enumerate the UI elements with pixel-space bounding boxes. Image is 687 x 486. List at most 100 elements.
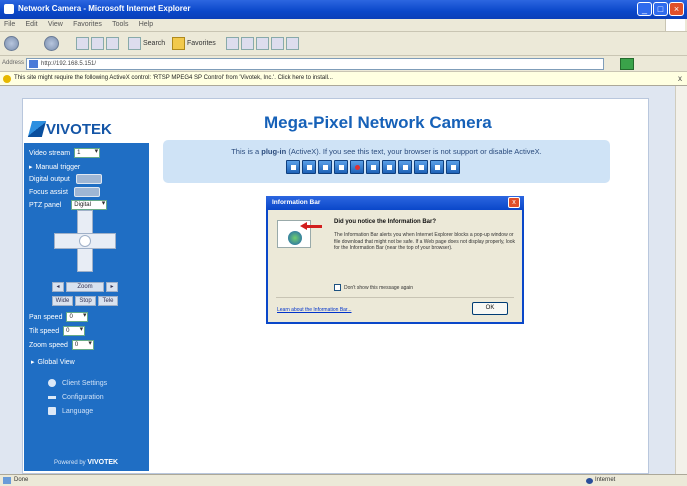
video-stream-label: Video stream (29, 149, 71, 157)
manual-trigger-row[interactable]: ▸ Manual trigger (29, 161, 144, 173)
stop-icon[interactable] (334, 160, 348, 174)
plugin-msg-link[interactable]: plug-in (261, 147, 286, 156)
dialog-close-icon[interactable]: x (508, 197, 520, 208)
home-icon[interactable] (106, 37, 119, 50)
pan-speed-select[interactable]: 0 (66, 312, 89, 322)
globe-icon (288, 231, 302, 245)
maximize-button[interactable]: □ (653, 2, 668, 16)
address-input[interactable]: http://192.168.5.151/ (26, 58, 604, 70)
dont-show-checkbox[interactable] (334, 284, 341, 291)
digital-zoom-icon[interactable] (302, 160, 316, 174)
ie-information-bar[interactable]: This site might require the following Ac… (0, 72, 687, 86)
digital-output-label: Digital output (29, 175, 70, 183)
status-text: Done (14, 477, 29, 483)
zoom-speed-select[interactable]: 0 (71, 340, 94, 350)
dialog-heading: Did you notice the Information Bar? (334, 219, 437, 225)
zoom-right-arrow-icon[interactable]: ▸ (106, 282, 118, 292)
information-bar-dialog: Information Bar x Did you notice the Inf… (266, 196, 524, 324)
go-button[interactable] (620, 58, 634, 70)
zoom-wide-button[interactable]: Wide (52, 296, 73, 306)
tilt-speed-row: Tilt speed 0 (29, 325, 144, 337)
powered-by: Powered by VIVOTEK (54, 459, 118, 466)
focus-assist-row: Focus assist (29, 186, 144, 198)
search-icon (128, 37, 141, 50)
tilt-speed-select[interactable]: 0 (63, 326, 86, 336)
tilt-speed-label: Tilt speed (29, 327, 60, 335)
red-arrow-icon (300, 222, 322, 230)
ptz-panel-select[interactable]: Digital (71, 200, 108, 210)
menu-help[interactable]: Help (139, 21, 153, 28)
menu-tools[interactable]: Tools (112, 21, 128, 28)
shield-icon (3, 75, 11, 83)
zoom-speed-label: Zoom speed (29, 341, 68, 349)
vivotek-mark-icon (27, 121, 47, 137)
window-icon[interactable] (446, 160, 460, 174)
configuration-icon (48, 396, 56, 399)
zoom-speed-row: Zoom speed 0 (29, 339, 144, 351)
sidebar-item-client-settings[interactable]: Client Settings (48, 377, 108, 389)
volume-icon[interactable] (366, 160, 380, 174)
address-bar: Address http://192.168.5.151/ (0, 56, 687, 72)
manual-trigger-label: Manual trigger (35, 163, 81, 171)
search-button[interactable]: Search (143, 40, 165, 47)
favorites-star-icon (172, 37, 185, 50)
minimize-button[interactable]: _ (637, 2, 652, 16)
pause-icon[interactable] (318, 160, 332, 174)
dont-show-checkbox-row[interactable]: Don't show this message again (334, 284, 413, 291)
address-label: Address (2, 60, 25, 66)
zoom-left-arrow-icon[interactable]: ◂ (52, 282, 64, 292)
sidebar-item-language[interactable]: Language (48, 405, 94, 417)
learn-more-link[interactable]: Learn about the Information Bar... (277, 307, 352, 313)
window-titlebar: Network Camera - Microsoft Internet Expl… (0, 0, 687, 19)
zoom-tele-button[interactable]: Tele (98, 296, 118, 306)
video-stream-select[interactable]: 1 (74, 148, 101, 158)
ptz-direction-pad[interactable] (54, 210, 116, 272)
camera-sidebar: VIVOTEK Video stream 1 ▸ Manual trigger … (24, 116, 149, 471)
menu-edit[interactable]: Edit (26, 21, 38, 28)
ptz-home-button[interactable] (79, 235, 91, 247)
snapshot-icon[interactable] (286, 160, 300, 174)
client-settings-label: Client Settings (62, 379, 108, 387)
favorites-button[interactable]: Favorites (187, 40, 216, 47)
dialog-body: The Information Bar alerts you when Inte… (334, 232, 516, 251)
stop-icon[interactable] (76, 37, 89, 50)
vertical-scrollbar[interactable] (675, 86, 687, 474)
plugin-msg-suffix: (ActiveX). If you see this text, your br… (286, 147, 542, 156)
menu-favorites[interactable]: Favorites (73, 21, 102, 28)
global-view-row[interactable]: ▸ Global View (29, 356, 144, 368)
menu-file[interactable]: File (4, 21, 15, 28)
mic-icon[interactable] (414, 160, 428, 174)
configuration-label: Configuration (62, 393, 104, 401)
sidebar-item-configuration[interactable]: Configuration (48, 391, 104, 403)
mute-icon[interactable] (382, 160, 396, 174)
forward-icon[interactable] (44, 36, 59, 51)
ie-icon (4, 4, 14, 14)
plugin-message: This is a plug-in (ActiveX). If you see … (163, 147, 610, 156)
back-icon[interactable] (4, 36, 19, 51)
settings-icon (48, 379, 56, 387)
mail-icon[interactable] (241, 37, 254, 50)
digital-output-row: Digital output (29, 173, 144, 185)
edit-icon[interactable] (271, 37, 284, 50)
refresh-icon[interactable] (91, 37, 104, 50)
talk-icon[interactable] (398, 160, 412, 174)
zoom-stop-button[interactable]: Stop (75, 296, 96, 306)
close-button[interactable]: × (669, 2, 684, 16)
digital-output-toggle[interactable] (75, 174, 102, 184)
video-stream-row: Video stream 1 (29, 147, 144, 159)
history-icon[interactable] (226, 37, 239, 50)
menu-view[interactable]: View (48, 21, 63, 28)
global-view-label: Global View (37, 358, 75, 366)
record-icon[interactable] (350, 160, 364, 174)
ok-button[interactable]: OK (472, 302, 508, 315)
messenger-icon[interactable] (286, 37, 299, 50)
vivotek-logo: VIVOTEK (24, 116, 149, 143)
plugin-panel: This is a plug-in (ActiveX). If you see … (163, 140, 610, 183)
language-label: Language (62, 407, 94, 415)
page-icon (3, 477, 11, 484)
focus-assist-toggle[interactable] (73, 187, 100, 197)
print-icon[interactable] (256, 37, 269, 50)
infobar-close-icon[interactable]: x (678, 72, 682, 85)
fullscreen-icon[interactable] (430, 160, 444, 174)
chevron-right-icon: ▸ (29, 164, 33, 171)
